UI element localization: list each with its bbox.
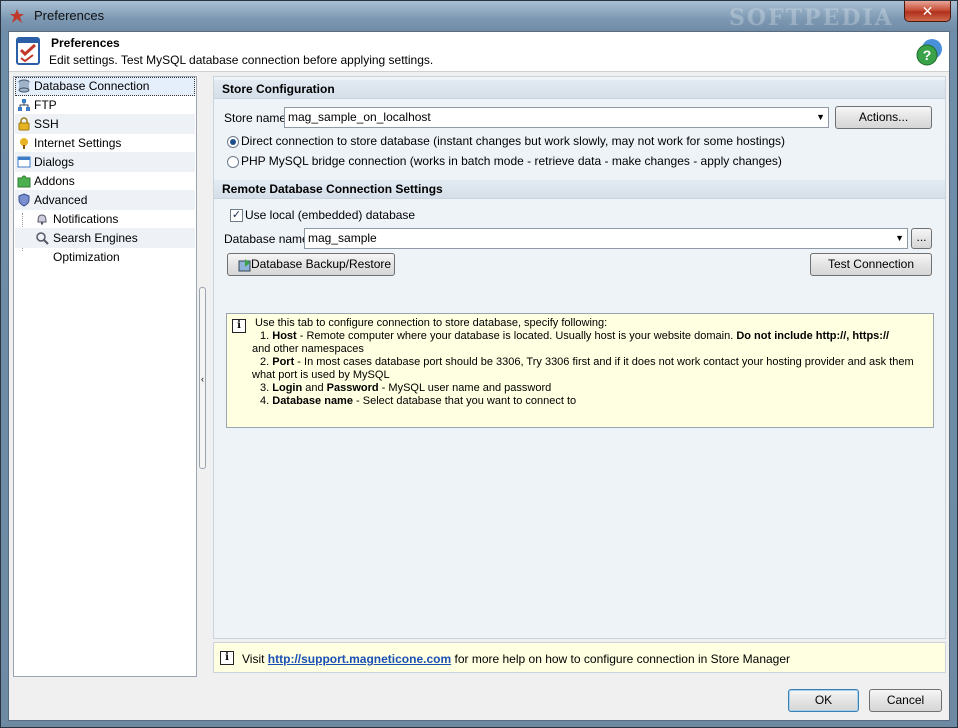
info-panel: i Use this tab to configure connection t… [226, 313, 934, 428]
nav-label: Addons [34, 174, 75, 188]
nav-item-ftp[interactable]: FTP [15, 96, 195, 115]
preferences-window: Preferences SOFTPEDIA ✕ Preferences Edit… [0, 0, 958, 728]
radio-direct-label[interactable]: Direct connection to store database (ins… [241, 134, 785, 148]
info-icon: i [232, 319, 246, 333]
radio-direct-connection[interactable] [227, 136, 239, 148]
database-backup-button[interactable]: Database Backup/Restore [227, 253, 395, 276]
info-item-host: 1. Host - Remote computer where your dat… [260, 330, 890, 342]
actions-button[interactable]: Actions... [835, 106, 932, 129]
nav-label: Internet Settings [34, 136, 122, 150]
lock-icon [18, 117, 30, 131]
window-icon [17, 156, 31, 168]
nav-label: FTP [34, 98, 57, 112]
chevron-down-icon: ▼ [895, 233, 904, 243]
watermark: SOFTPEDIA [729, 5, 894, 31]
info-intro: Use this tab to configure connection to … [255, 317, 608, 329]
checklist-icon [16, 37, 40, 65]
window-title: Preferences [34, 8, 105, 23]
help-icon[interactable]: ? [915, 37, 945, 67]
info-item-database: 4. Database name - Select database that … [260, 395, 577, 407]
puzzle-icon [17, 175, 31, 188]
nav-label: Advanced [34, 193, 88, 207]
info-item-port-cont: what port is used by MySQL [252, 369, 390, 381]
internet-icon [20, 138, 28, 149]
nav-item-notifications[interactable]: Notifications [15, 210, 195, 229]
title-bar[interactable]: Preferences SOFTPEDIA ✕ [1, 1, 957, 31]
nav-label: Dialogs [34, 155, 75, 169]
settings-nav: Database Connection FTP SSH Internet Set… [13, 76, 197, 677]
backup-icon [238, 259, 251, 272]
magnifier-icon [36, 232, 49, 245]
store-name-select[interactable]: mag_sample_on_localhost ▼ [284, 107, 829, 128]
dialog-header: Preferences Edit settings. Test MySQL da… [9, 32, 949, 72]
nav-label: Notifications [53, 212, 119, 226]
database-name-label: Database name [224, 232, 309, 246]
nav-item-seo[interactable]: Searsh Engines Optimization [15, 229, 195, 264]
settings-panel: Store Configuration Store name mag_sampl… [213, 76, 946, 639]
database-icon [18, 79, 30, 93]
nav-label: Database Connection [34, 79, 150, 93]
radio-php-bridge[interactable] [227, 156, 239, 168]
use-local-db-checkbox[interactable]: ✓ [230, 209, 243, 222]
cancel-button[interactable]: Cancel [869, 689, 942, 712]
dialog-client: Preferences Edit settings. Test MySQL da… [8, 31, 950, 721]
app-logo-icon [10, 9, 24, 23]
store-name-label: Store name [224, 111, 287, 125]
nav-item-dialogs[interactable]: Dialogs [15, 153, 195, 172]
page-title: Preferences [51, 36, 120, 50]
support-link[interactable]: http://support.magneticone.com [268, 652, 451, 666]
backup-label: Database Backup/Restore [250, 257, 392, 271]
nav-label: Searsh Engines Optimization [53, 231, 138, 264]
section-header-store-configuration: Store Configuration [214, 80, 945, 99]
nav-item-addons[interactable]: Addons [15, 172, 195, 191]
info-item-host-cont: and other namespaces [252, 343, 364, 355]
info-text: Use this tab to configure connection to … [252, 317, 931, 408]
shield-icon [18, 193, 30, 207]
database-name-value: mag_sample [308, 231, 377, 245]
support-info-box: i Visit http://support.magneticone.com f… [213, 642, 946, 673]
bell-icon [37, 214, 47, 225]
info-item-port: 2. Port - In most cases database port sh… [260, 356, 914, 368]
page-subtitle: Edit settings. Test MySQL database conne… [49, 53, 434, 67]
info-item-login: 3. Login and Password - MySQL user name … [260, 382, 552, 394]
nav-item-ssh[interactable]: SSH [15, 115, 195, 134]
panel-splitter[interactable]: ‹ [199, 287, 206, 469]
test-connection-button[interactable]: Test Connection [810, 253, 932, 276]
nav-item-advanced[interactable]: Advanced [15, 191, 195, 210]
network-icon [18, 99, 30, 111]
chevron-down-icon: ▼ [816, 112, 825, 122]
ok-button[interactable]: OK [788, 689, 859, 712]
section-header-remote-database: Remote Database Connection Settings [214, 180, 945, 199]
database-name-select[interactable]: mag_sample ▼ [304, 228, 908, 249]
radio-bridge-label[interactable]: PHP MySQL bridge connection (works in ba… [241, 154, 782, 168]
nav-item-database-connection[interactable]: Database Connection [15, 77, 195, 96]
nav-item-internet-settings[interactable]: Internet Settings [15, 134, 195, 153]
info-icon: i [220, 651, 234, 665]
use-local-db-label[interactable]: Use local (embedded) database [245, 208, 415, 222]
store-name-value: mag_sample_on_localhost [288, 110, 431, 124]
browse-database-button[interactable]: ... [911, 228, 932, 249]
close-button[interactable]: ✕ [904, 1, 951, 22]
support-text: Visit http://support.magneticone.com for… [242, 652, 791, 666]
help-glyph: ? [923, 47, 932, 63]
nav-label: SSH [34, 117, 59, 131]
